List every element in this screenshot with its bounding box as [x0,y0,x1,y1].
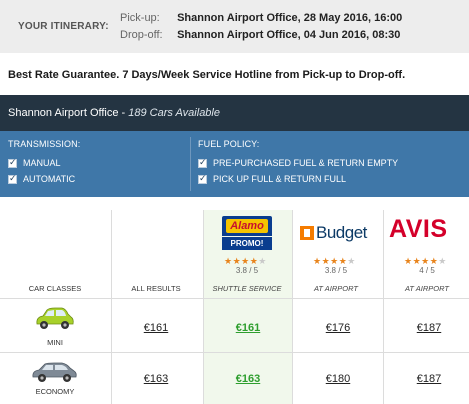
budget-rating: 3.8 / 5 [324,266,348,275]
filter-prepurchased-fuel[interactable]: PRE-PURCHASED FUEL & RETURN EMPTY [198,155,398,171]
manual-label: MANUAL [23,158,61,168]
manual-checkbox[interactable] [8,157,17,168]
transmission-filter: TRANSMISSION: MANUAL AUTOMATIC [8,139,80,187]
row-divider [0,298,469,299]
economy-car-icon [32,362,77,382]
filter-manual[interactable]: MANUAL [8,155,80,171]
filter-divider [190,137,191,191]
mini-all-price[interactable]: €161 [111,322,201,334]
alamo-location: SHUTTLE SERVICE [212,284,282,293]
mini-alamo-price[interactable]: €161 [203,322,293,334]
mini-budget-price[interactable]: €176 [293,322,383,334]
promo-badge: PROMO! [222,237,272,250]
fuel-filter: FUEL POLICY: PRE-PURCHASED FUEL & RETURN… [198,139,398,187]
location-name: Shannon Airport Office [8,107,119,119]
itinerary-bar: YOUR ITINERARY: Pick-up: Shannon Airport… [0,0,469,53]
alamo-name: Alamo [230,220,264,232]
filter-panel: TRANSMISSION: MANUAL AUTOMATIC FUEL POLI… [0,131,469,197]
avis-location: AT AIRPORT [404,284,450,293]
transmission-heading: TRANSMISSION: [8,139,81,149]
prepurchased-checkbox[interactable] [198,157,207,168]
pickup-row: Pick-up: Shannon Airport Office, 28 May … [120,12,402,24]
economy-all-price[interactable]: €163 [111,373,201,385]
location-separator: - [118,107,129,119]
economy-class-label: ECONOMY [35,387,75,396]
cars-available: 189 Cars Available [128,107,220,119]
alamo-rating: 3.8 / 5 [235,266,259,275]
full-to-full-checkbox[interactable] [198,173,207,184]
alamo-logo[interactable]: Alamo PROMO! [222,216,272,250]
filter-automatic[interactable]: AUTOMATIC [8,171,80,187]
avis-rating: 4 / 5 [419,266,435,275]
automatic-checkbox[interactable] [8,173,17,184]
mini-avis-price[interactable]: €187 [384,322,469,334]
dropoff-key: Drop-off: [120,29,163,41]
row-divider [0,352,469,353]
location-title: Shannon Airport Office - 189 Cars Availa… [8,107,220,119]
all-results-heading[interactable]: ALL RESULTS [111,284,201,293]
pickup-key: Pick-up: [120,12,160,24]
rate-guarantee-text: Best Rate Guarantee. 7 Days/Week Service… [8,69,406,81]
mini-car-icon [36,307,74,329]
fuel-heading: FUEL POLICY: [198,139,260,149]
results-grid: Alamo PROMO! Budget AVIS ★★★★★ ★★★★★ ★★★… [0,210,469,404]
economy-avis-price[interactable]: €187 [384,373,469,385]
pickup-value: Shannon Airport Office, 28 May 2016, 16:… [177,12,403,24]
filter-full-to-full[interactable]: PICK UP FULL & RETURN FULL [198,171,398,187]
economy-alamo-price[interactable]: €163 [203,373,293,385]
dropoff-value: Shannon Airport Office, 04 Jun 2016, 08:… [177,29,401,41]
budget-logo-mark [300,226,314,240]
automatic-label: AUTOMATIC [23,174,76,184]
budget-location: AT AIRPORT [313,284,359,293]
car-classes-heading: CAR CLASSES [28,284,82,293]
economy-budget-price[interactable]: €180 [293,373,383,385]
budget-logo[interactable]: Budget [300,222,380,244]
budget-name: Budget [316,223,367,242]
itinerary-label: YOUR ITINERARY: [18,21,109,32]
location-header: Shannon Airport Office - 189 Cars Availa… [0,95,469,131]
alamo-logo-mark: Alamo [222,216,272,236]
full-to-full-label: PICK UP FULL & RETURN FULL [213,174,347,184]
dropoff-row: Drop-off: Shannon Airport Office, 04 Jun… [120,29,400,41]
avis-logo[interactable]: AVIS [389,215,469,245]
prepurchased-label: PRE-PURCHASED FUEL & RETURN EMPTY [213,158,399,168]
mini-class-label: MINI [47,338,63,347]
